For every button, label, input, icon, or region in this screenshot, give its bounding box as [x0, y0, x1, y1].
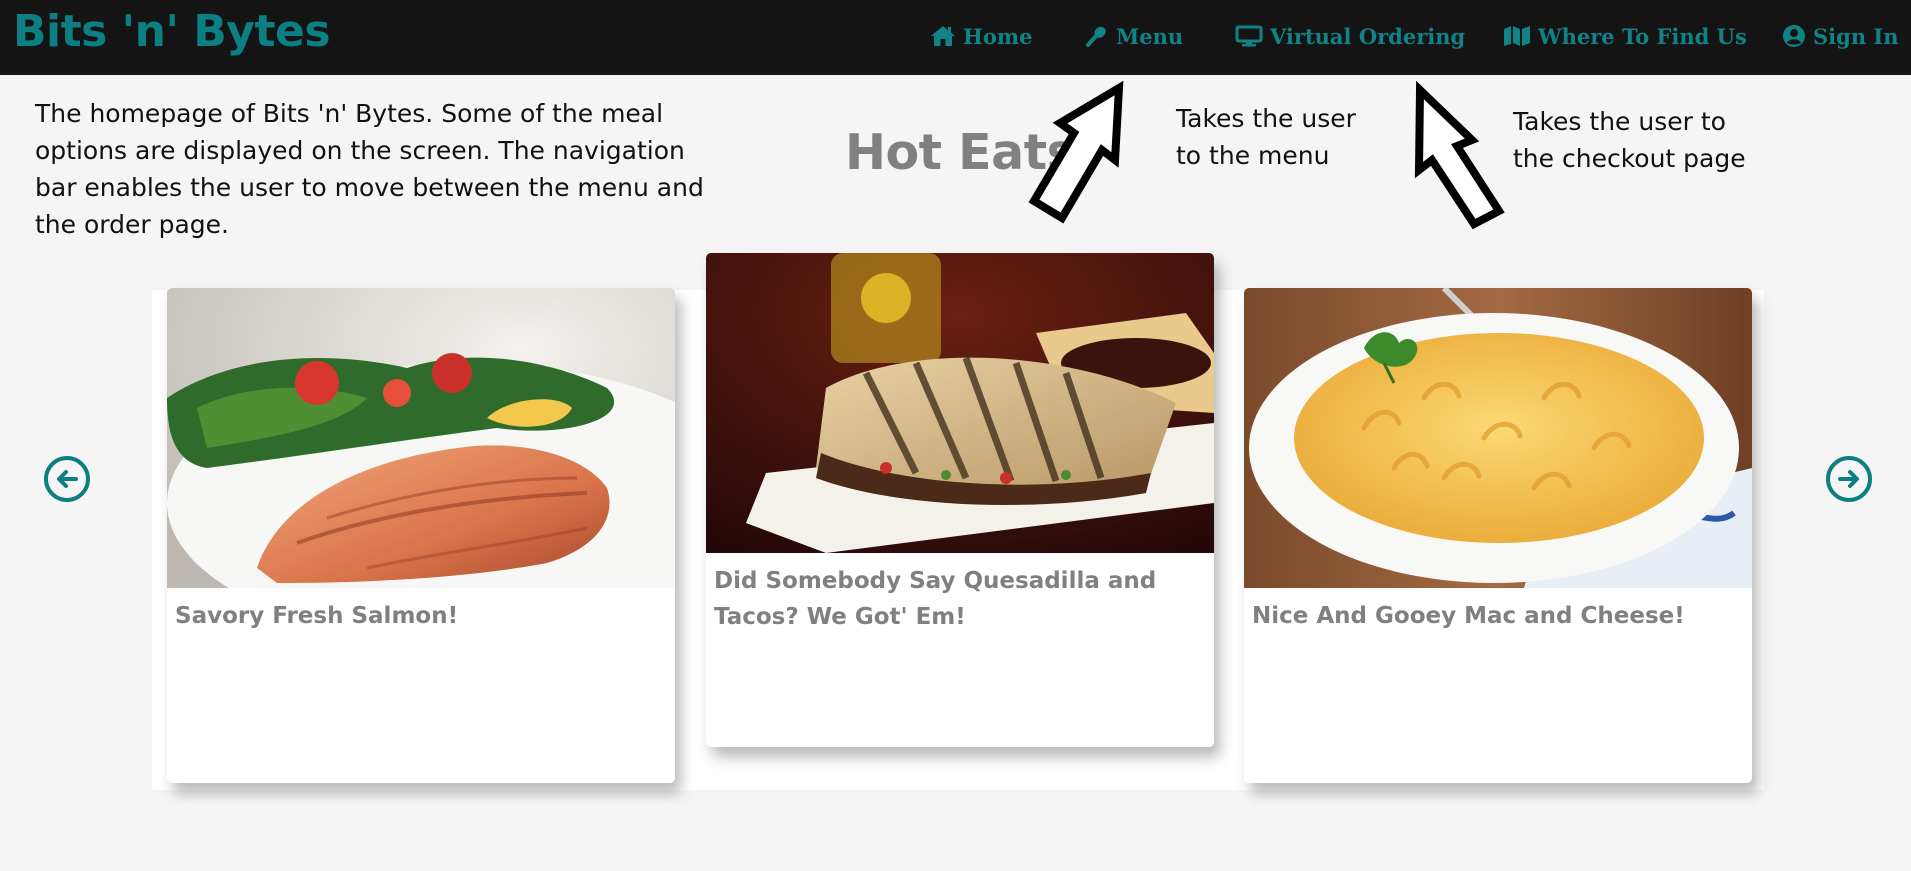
- arrow-circle-right-icon: [1838, 470, 1859, 488]
- menu-pointer-arrow-icon: [1028, 80, 1124, 224]
- meal-card-quesadilla[interactable]: Did Somebody Say Quesadilla and Tacos? W…: [706, 253, 1214, 747]
- checkout-annotation-line2: the checkout page: [1513, 144, 1746, 173]
- meal-card-salmon-title: Savory Fresh Salmon!: [175, 603, 459, 629]
- menu-annotation-line1: Takes the user: [1176, 104, 1356, 133]
- intro-annotation: The homepage of Bits 'n' Bytes. Some of …: [35, 99, 704, 239]
- carousel-prev-button[interactable]: [44, 456, 90, 502]
- monitor-icon: [1235, 25, 1263, 47]
- utensil-icon: [1086, 26, 1106, 47]
- mac-and-cheese-photo: [1244, 288, 1752, 588]
- carousel-next-button[interactable]: [1826, 456, 1872, 502]
- meal-card-quesadilla-title: Did Somebody Say Quesadilla and Tacos? W…: [714, 568, 1157, 630]
- nav-where-to-find-us-label: Where To Find Us: [1538, 23, 1747, 49]
- nav-virtual-ordering[interactable]: Virtual Ordering: [1235, 21, 1465, 51]
- quesadilla-photo: [706, 253, 1214, 553]
- salmon-with-salad-photo: [167, 288, 675, 588]
- checkout-annotation-line1: Takes the user to: [1513, 107, 1726, 136]
- nav-where-to-find-us[interactable]: Where To Find Us: [1503, 21, 1747, 51]
- nav-menu[interactable]: Menu: [1085, 21, 1183, 51]
- nav-home[interactable]: Home: [930, 21, 1032, 51]
- brand-logo[interactable]: Bits 'n' Bytes: [13, 6, 331, 57]
- meal-card-mac-and-cheese[interactable]: Nice And Gooey Mac and Cheese!: [1244, 288, 1752, 783]
- checkout-annotation: Takes the user to the checkout page: [1513, 103, 1746, 177]
- arrow-circle-left-icon: [57, 470, 78, 488]
- menu-annotation-line2: to the menu: [1176, 141, 1330, 170]
- menu-annotation: Takes the user to the menu: [1176, 100, 1356, 174]
- nav-home-label: Home: [963, 23, 1033, 49]
- user-circle-icon: [1783, 25, 1805, 47]
- meal-card-salmon[interactable]: Savory Fresh Salmon!: [167, 288, 675, 783]
- map-icon: [1504, 26, 1530, 46]
- checkout-pointer-arrow-icon: [1414, 80, 1505, 230]
- nav-sign-in[interactable]: Sign In: [1782, 21, 1899, 51]
- nav-sign-in-label: Sign In: [1813, 23, 1899, 49]
- house-icon: [931, 26, 955, 46]
- nav-virtual-ordering-label: Virtual Ordering: [1270, 23, 1466, 49]
- meal-card-mac-and-cheese-title: Nice And Gooey Mac and Cheese!: [1252, 603, 1685, 629]
- navbar: Bits 'n' Bytes Home Menu Virtual Orderin…: [0, 0, 1911, 75]
- nav-menu-label: Menu: [1116, 23, 1184, 49]
